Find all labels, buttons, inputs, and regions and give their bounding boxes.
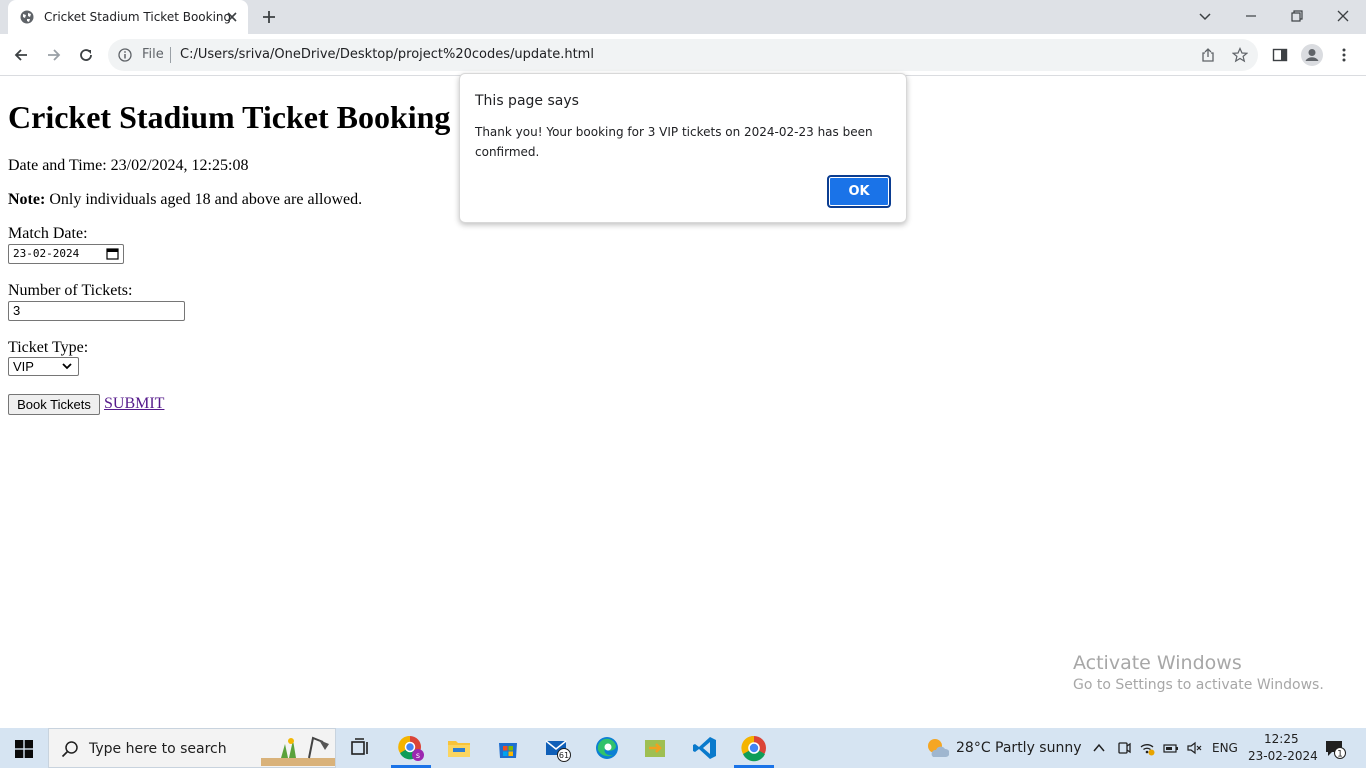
chevron-up-icon[interactable] [1091,740,1107,756]
search-highlight-illustration-icon [261,736,335,766]
omnibox-file-label: File [142,47,164,62]
battery-icon[interactable] [1163,740,1179,756]
alert-dialog: This page says Thank you! Your booking f… [459,73,907,223]
calendar-icon[interactable] [106,247,119,260]
url-text[interactable]: C:/Users/sriva/OneDrive/Desktop/project%… [180,47,594,62]
match-date-label: Match Date: [8,225,88,242]
clock-time[interactable]: 12:25 [1264,732,1299,746]
file-explorer-icon[interactable] [445,734,473,762]
vscode-icon[interactable] [691,734,719,762]
side-panel-icon[interactable] [1272,47,1288,63]
tab-search-chevron-icon[interactable] [1197,8,1213,24]
chevron-down-icon [62,363,72,370]
activate-windows-subtitle: Go to Settings to activate Windows. [1073,677,1324,693]
taskbar-search-box[interactable]: Type here to search [48,728,336,768]
notification-count: 1 [1337,750,1343,760]
bookmark-star-icon[interactable] [1232,47,1248,63]
date-time-text: Date and Time: 23/02/2024, 12:25:08 [8,157,249,174]
minimize-icon[interactable] [1243,8,1259,24]
reload-icon[interactable] [77,46,95,64]
more-menu-icon[interactable] [1336,47,1352,63]
search-icon [61,741,78,758]
info-icon[interactable] [118,48,132,62]
close-window-icon[interactable] [1335,8,1351,24]
activate-windows-title: Activate Windows [1073,652,1242,674]
address-bar[interactable]: File C:/Users/sriva/OneDrive/Desktop/pro… [108,39,1258,71]
microsoft-store-icon[interactable] [494,734,522,762]
notification-center-icon[interactable]: 1 [1324,738,1346,760]
meet-now-icon[interactable] [1116,740,1132,756]
mail-icon[interactable]: 61 [543,734,571,762]
volume-muted-icon[interactable] [1186,740,1202,756]
tickets-input[interactable]: 3 [8,301,185,321]
tab-title: Cricket Stadium Ticket Booking [44,10,232,24]
submit-link[interactable]: SUBMIT [104,395,164,413]
windows-start-icon[interactable] [15,740,33,758]
tickets-label: Number of Tickets: [8,282,133,299]
omnibox-divider [170,47,171,63]
file-transfer-app-icon[interactable] [641,734,669,762]
mail-badge: 61 [559,751,569,760]
dialog-title: This page says [475,93,579,109]
task-view-icon[interactable] [346,734,374,762]
back-arrow-icon[interactable] [12,46,30,64]
book-tickets-button[interactable]: Book Tickets [8,394,100,415]
ok-button[interactable]: OK [827,175,891,208]
note-text: Only individuals aged 18 and above are a… [45,191,363,208]
dialog-message: Thank you! Your booking for 3 VIP ticket… [475,125,873,159]
weather-text[interactable]: 28°C Partly sunny [956,740,1082,756]
partly-sunny-icon[interactable] [925,737,949,759]
edge-browser-icon[interactable] [593,734,621,762]
note-label: Note: [8,191,46,208]
tab-active[interactable]: Cricket Stadium Ticket Booking [8,0,248,34]
svg-text:s: s [416,751,420,760]
taskbar: Type here to search s 61 28°C Partly sun… [0,728,1366,768]
share-icon[interactable] [1200,47,1216,63]
restore-icon[interactable] [1289,8,1305,24]
search-placeholder: Type here to search [89,741,227,757]
page-title: Cricket Stadium Ticket Booking [8,99,451,135]
age-note: Note: Only individuals aged 18 and above… [8,191,362,209]
forward-arrow-icon[interactable] [45,46,63,64]
clock-date[interactable]: 23-02-2024 [1248,749,1318,763]
network-icon[interactable] [1139,740,1155,756]
chrome-app-icon[interactable] [740,734,768,762]
tab-strip: Cricket Stadium Ticket Booking [0,0,1366,34]
globe-icon [20,10,34,24]
language-indicator[interactable]: ENG [1212,741,1238,755]
browser-toolbar: File C:/Users/sriva/OneDrive/Desktop/pro… [0,34,1366,76]
profile-avatar-icon[interactable] [1301,44,1323,66]
ticket-type-label: Ticket Type: [8,339,89,356]
close-icon[interactable] [225,10,239,24]
new-tab-icon[interactable] [261,9,277,25]
chrome-profile-app-icon[interactable]: s [397,734,425,762]
